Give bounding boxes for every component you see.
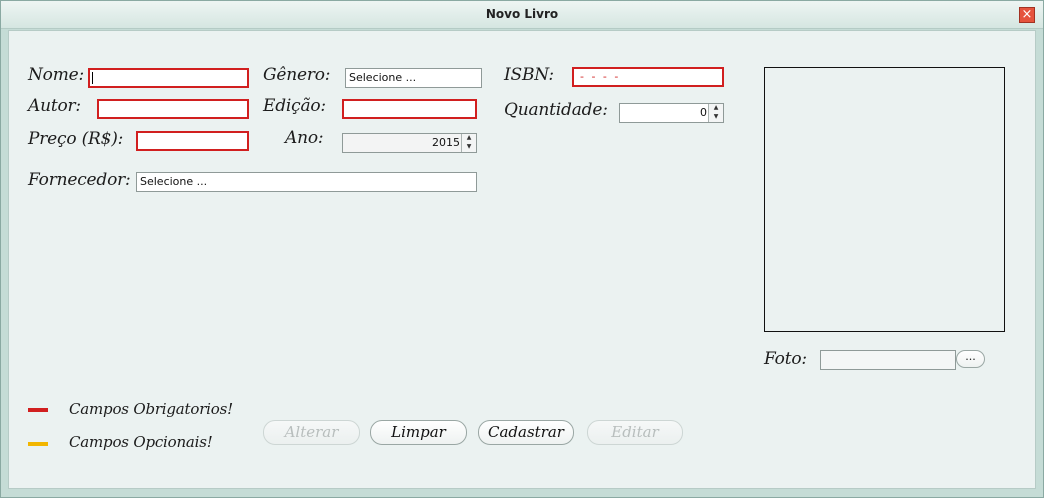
genero-label: Gênero: xyxy=(263,65,331,85)
alterar-button[interactable]: Alterar xyxy=(263,420,360,445)
autor-input[interactable] xyxy=(97,99,249,119)
quantidade-spinner-arrows[interactable]: ▲ ▼ xyxy=(708,104,723,122)
quantidade-spinner[interactable]: 0 ▲ ▼ xyxy=(619,103,724,123)
spin-up-icon[interactable]: ▲ xyxy=(709,104,723,113)
nome-label: Nome: xyxy=(28,65,85,85)
spin-down-icon[interactable]: ▼ xyxy=(709,113,723,122)
ano-spinner-arrows[interactable]: ▲ ▼ xyxy=(461,134,476,152)
close-icon[interactable]: × xyxy=(1019,7,1035,23)
title-bar[interactable]: Novo Livro × xyxy=(1,1,1043,29)
foto-path-input[interactable] xyxy=(820,350,956,370)
spin-down-icon[interactable]: ▼ xyxy=(462,143,476,152)
limpar-button[interactable]: Limpar xyxy=(370,420,467,445)
quantidade-label: Quantidade: xyxy=(504,100,608,120)
window: Novo Livro × Nome: Autor: Preço (R$): Fo… xyxy=(0,0,1044,498)
isbn-input[interactable]: - - - - xyxy=(572,67,724,87)
preco-label: Preço (R$): xyxy=(28,129,124,149)
fornecedor-select[interactable]: Selecione ... xyxy=(136,172,477,192)
edicao-input[interactable] xyxy=(342,99,477,119)
editar-button[interactable]: Editar xyxy=(587,420,683,445)
ano-spinner[interactable]: 2015 ▲ ▼ xyxy=(342,133,477,153)
ano-label: Ano: xyxy=(285,128,324,148)
form-panel: Nome: Autor: Preço (R$): Fornecedor: Sel… xyxy=(8,30,1036,489)
text-cursor xyxy=(92,72,93,84)
isbn-label: ISBN: xyxy=(504,65,554,85)
genero-select[interactable]: Selecione ... xyxy=(345,68,482,88)
nome-input[interactable] xyxy=(88,68,249,88)
edicao-label: Edição: xyxy=(263,96,326,116)
fornecedor-label: Fornecedor: xyxy=(28,170,131,190)
required-legend-swatch xyxy=(28,408,48,412)
browse-button[interactable]: ... xyxy=(956,350,985,368)
optional-legend-label: Campos Opcionais! xyxy=(69,433,213,451)
ano-value: 2015 xyxy=(432,136,460,149)
spin-up-icon[interactable]: ▲ xyxy=(462,134,476,143)
cadastrar-button[interactable]: Cadastrar xyxy=(478,420,574,445)
preco-input[interactable] xyxy=(136,131,249,151)
quantidade-value: 0 xyxy=(700,106,707,119)
photo-preview xyxy=(764,67,1005,332)
isbn-mask: - - - - xyxy=(580,70,621,83)
required-legend-label: Campos Obrigatorios! xyxy=(69,400,233,418)
foto-label: Foto: xyxy=(764,349,807,369)
window-title: Novo Livro xyxy=(485,7,559,21)
optional-legend-swatch xyxy=(28,442,48,446)
autor-label: Autor: xyxy=(28,96,81,116)
